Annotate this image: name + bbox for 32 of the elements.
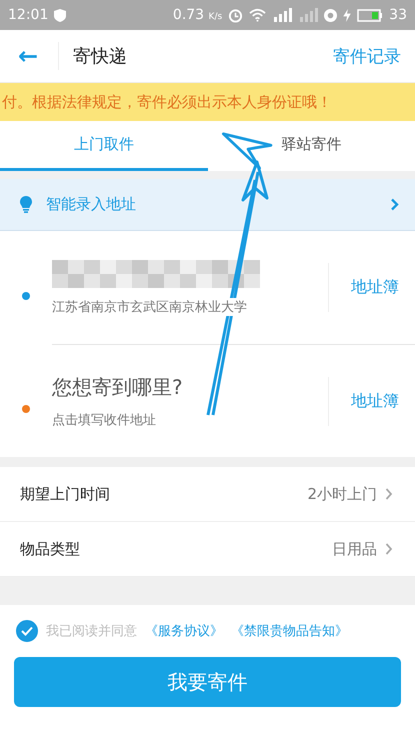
address-book-button[interactable]: 地址簿 <box>328 376 411 426</box>
status-time: 12:01 <box>8 7 48 23</box>
lightbulb-icon <box>20 196 32 213</box>
wifi-icon <box>249 8 266 22</box>
agreement-checkbox[interactable] <box>16 620 38 642</box>
back-button[interactable]: ← <box>18 42 60 70</box>
chevron-right-icon <box>390 198 399 211</box>
battery-icon <box>357 8 384 22</box>
address-book-button[interactable]: 地址簿 <box>328 263 411 312</box>
network-speed: 0.73 K/s <box>172 7 222 23</box>
signal-icon <box>272 8 292 22</box>
checkmark-icon <box>21 626 33 636</box>
notice-banner: 付。根据法律规定，寄件必须出示本人身份证哦！ <box>0 83 415 121</box>
smart-address-entry[interactable]: 智能录入地址 <box>0 179 415 231</box>
charging-icon <box>343 8 352 22</box>
send-records-link[interactable]: 寄件记录 <box>333 44 401 68</box>
signal-icon <box>298 8 318 22</box>
shield-icon <box>54 8 66 22</box>
alarm-icon <box>228 8 244 22</box>
address-detail: 点击填写收件地址 <box>52 410 156 428</box>
page-title: 寄快递 <box>73 45 128 68</box>
battery-level: 33 <box>389 7 407 23</box>
receiver-prompt[interactable]: 您想寄到哪里? <box>52 374 328 400</box>
agreement-text: 我已阅读并同意 <box>46 623 137 640</box>
chevron-right-icon <box>385 543 393 555</box>
tab[interactable]: 驿站寄件 <box>208 121 415 171</box>
agreement-link[interactable]: 《服务协议》 <box>145 622 223 640</box>
option-row[interactable]: 期望上门时间 2小时上门 <box>0 467 415 522</box>
chevron-right-icon <box>385 488 393 500</box>
address-detail: 江苏省南京市玄武区南京林业大学 <box>52 298 247 316</box>
submit-button[interactable]: 我要寄件 <box>14 657 401 707</box>
agreement-link[interactable]: 《禁限贵物品告知》 <box>231 622 348 640</box>
